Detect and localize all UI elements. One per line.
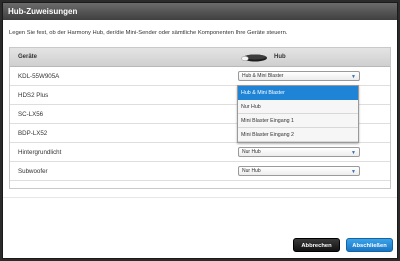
- device-name: KDL-55W905A: [18, 73, 60, 80]
- chevron-down-icon: ▼: [351, 74, 356, 80]
- hub-device-icon: [241, 54, 267, 62]
- chevron-down-icon: ▼: [351, 169, 356, 175]
- table-row: Subwoofer Nur Hub ▼: [10, 162, 390, 181]
- dropdown-option-nur-hub[interactable]: Nur Hub: [238, 100, 358, 114]
- hub-assignments-dialog: Hub-Zuweisungen Legen Sie fest, ob der H…: [2, 2, 398, 259]
- hub-select-value: Hub & Mini Blaster: [242, 73, 284, 79]
- hub-select[interactable]: Nur Hub ▼: [238, 166, 360, 176]
- hub-select-value: Nur Hub: [242, 168, 261, 174]
- hub-select[interactable]: Nur Hub ▼: [238, 147, 360, 157]
- table-row: KDL-55W905A Hub & Mini Blaster ▼: [10, 67, 390, 86]
- device-name: SC-LX56: [18, 111, 44, 118]
- dialog-title: Hub-Zuweisungen: [3, 3, 397, 20]
- table-header: Geräte Hub: [10, 48, 390, 67]
- footer-divider: [3, 197, 397, 198]
- finish-button[interactable]: Abschließen: [346, 238, 393, 252]
- dropdown-option-mini-blaster-2[interactable]: Mini Blaster Eingang 2: [238, 128, 358, 142]
- device-name: Subwoofer: [18, 168, 48, 175]
- chevron-down-icon: ▼: [351, 150, 356, 156]
- devices-column-header: Geräte: [18, 54, 38, 60]
- table-row: Hintergrundlicht Nur Hub ▼: [10, 143, 390, 162]
- hub-select-value: Nur Hub: [242, 149, 261, 155]
- device-name: BDP-LX52: [18, 130, 48, 137]
- hub-select[interactable]: Hub & Mini Blaster ▼: [238, 71, 360, 81]
- dropdown-option-mini-blaster-1[interactable]: Mini Blaster Eingang 1: [238, 114, 358, 128]
- device-name: HDS2 Plus: [18, 92, 49, 99]
- hub-options-dropdown: Hub & Mini Blaster Nur Hub Mini Blaster …: [237, 85, 359, 143]
- cancel-button[interactable]: Abbrechen: [293, 238, 340, 252]
- device-name: Hintergrundlicht: [18, 149, 62, 156]
- instruction-text: Legen Sie fest, ob der Harmony Hub, der/…: [9, 30, 288, 36]
- hub-column-header: Hub: [274, 54, 286, 60]
- dropdown-option-hub-mini-blaster[interactable]: Hub & Mini Blaster: [238, 86, 358, 100]
